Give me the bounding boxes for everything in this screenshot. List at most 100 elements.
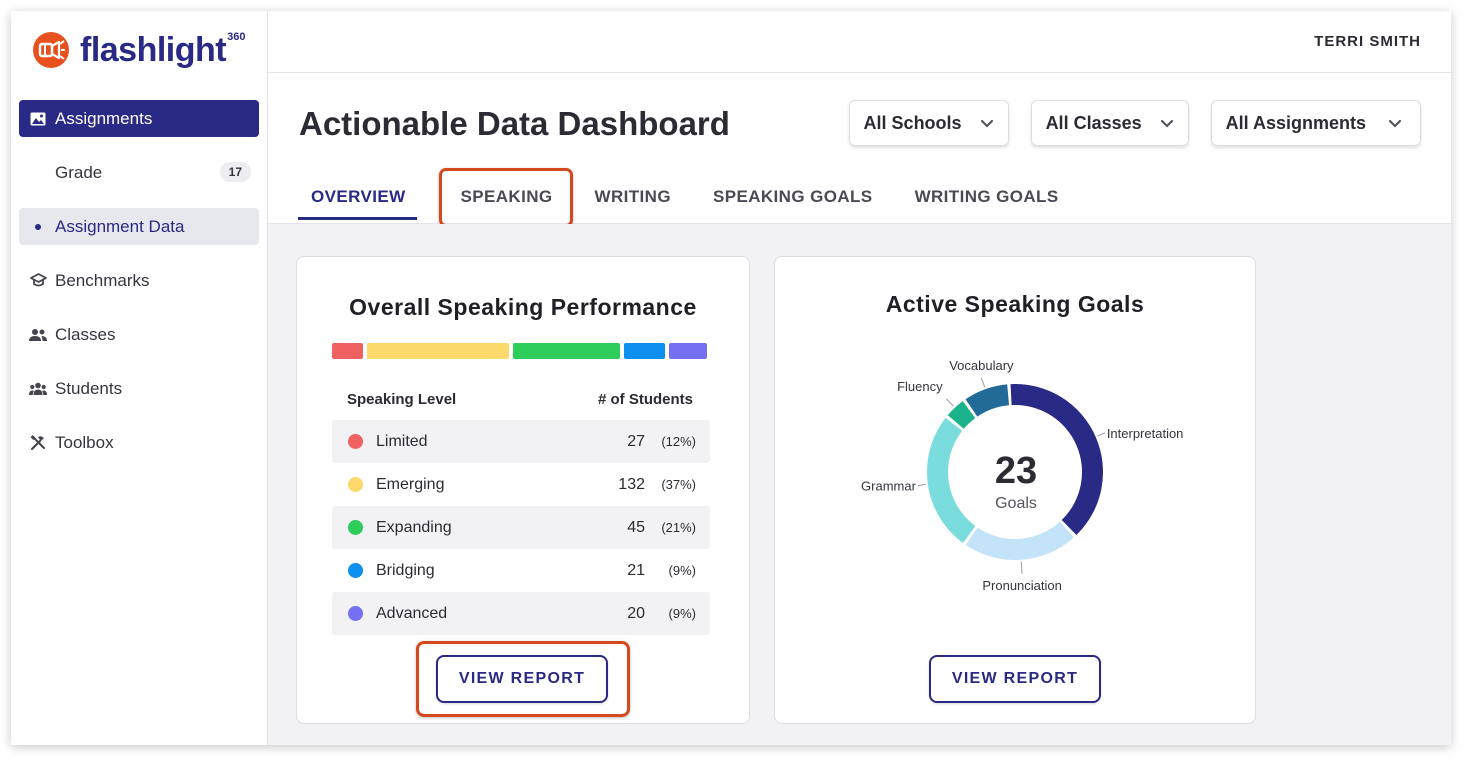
tab-speaking-goals[interactable]: SPEAKING GOALS xyxy=(713,183,873,220)
level-color-dot xyxy=(348,434,363,449)
sidebar-item-label: Grade xyxy=(55,162,103,182)
student-count: 45 xyxy=(627,518,645,536)
student-percent: (9%) xyxy=(668,606,696,621)
sidebar-item-grade[interactable]: Grade 17 xyxy=(19,154,259,191)
filter-label: All Assignments xyxy=(1225,112,1366,133)
table-row: Bridging 21 (9%) xyxy=(332,549,710,592)
tab-bar: OVERVIEW SPEAKING WRITING SPEAKING GOALS… xyxy=(298,168,1101,227)
level-segment-limited xyxy=(332,343,363,359)
chevron-down-icon xyxy=(1160,119,1173,128)
user-menu[interactable]: TERRI SMITH xyxy=(1314,33,1421,50)
level-segment-advanced xyxy=(669,343,707,359)
sidebar-item-label: Students xyxy=(55,378,123,398)
tools-icon xyxy=(29,434,47,452)
goals-total: 23 xyxy=(994,450,1038,492)
student-count: 21 xyxy=(627,561,645,579)
page-title: Actionable Data Dashboard xyxy=(299,105,730,142)
column-header-students: # of Students xyxy=(597,391,693,408)
graduation-cap-icon xyxy=(29,272,47,290)
sidebar-item-classes[interactable]: Classes xyxy=(19,316,259,353)
app-window: flashlight 360 Assignments Grade 17 Assi… xyxy=(11,11,1451,745)
sidebar-item-label: Assignments xyxy=(55,108,153,128)
sidebar-nav: Assignments Grade 17 Assignment Data Ben… xyxy=(19,100,259,478)
tab-writing[interactable]: WRITING xyxy=(595,183,671,220)
top-bar: TERRI SMITH xyxy=(268,11,1451,73)
card-title: Overall Speaking Performance xyxy=(349,294,697,320)
label-leader-line xyxy=(1020,561,1023,574)
brand-superscript: 360 xyxy=(227,31,246,43)
goals-total-label: Goals xyxy=(995,495,1037,512)
goals-chart-area: Interpretation Pronunciation Grammar Fluenc… xyxy=(775,257,1257,657)
level-segment-bridging xyxy=(624,343,665,359)
table-row: Emerging 132 (37%) xyxy=(332,463,710,506)
level-name: Emerging xyxy=(376,475,445,493)
slice-label-interpretation: Interpretation xyxy=(1107,426,1184,441)
sidebar-item-assignments[interactable]: Assignments xyxy=(19,100,259,137)
donut-slice-vocabulary[interactable] xyxy=(965,384,1010,417)
slice-label-pronunciation: Pronunciation xyxy=(982,578,1062,593)
level-color-dot xyxy=(348,520,363,535)
sidebar-item-assignment-data[interactable]: Assignment Data xyxy=(19,208,259,245)
dashboard-header: Actionable Data Dashboard All Schools Al… xyxy=(268,73,1451,227)
level-name: Limited xyxy=(376,432,428,450)
filter-label: All Classes xyxy=(1045,112,1142,133)
count-badge: 17 xyxy=(219,162,251,182)
label-leader-line xyxy=(1097,432,1106,437)
chevron-down-icon xyxy=(980,119,993,128)
level-name: Expanding xyxy=(376,518,452,536)
student-count: 27 xyxy=(627,432,645,450)
level-distribution-bar xyxy=(332,343,710,359)
table-header: Speaking Level # of Students xyxy=(347,391,693,408)
users-icon xyxy=(29,326,47,344)
level-segment-emerging xyxy=(367,343,509,359)
level-color-dot xyxy=(348,606,363,621)
slice-label-fluency: Fluency xyxy=(897,379,943,394)
level-name: Bridging xyxy=(376,561,435,579)
class-filter-dropdown[interactable]: All Classes xyxy=(1030,100,1189,146)
level-color-dot xyxy=(348,477,363,492)
table-row: Advanced 20 (9%) xyxy=(332,592,710,635)
slice-label-vocabulary: Vocabulary xyxy=(949,358,1014,373)
donut-slice-pronunciation[interactable] xyxy=(965,521,1074,560)
student-percent: (12%) xyxy=(661,434,696,449)
sidebar-item-label: Assignment Data xyxy=(55,216,185,236)
level-segment-expanding xyxy=(513,343,620,359)
label-leader-line xyxy=(946,398,954,407)
sidebar-item-students[interactable]: Students xyxy=(19,370,259,407)
student-count: 132 xyxy=(618,475,645,493)
level-color-dot xyxy=(348,563,363,578)
tab-writing-goals[interactable]: WRITING GOALS xyxy=(915,183,1059,220)
sidebar-item-benchmarks[interactable]: Benchmarks xyxy=(19,262,259,299)
tab-speaking[interactable]: SPEAKING xyxy=(438,168,573,227)
group-icon xyxy=(29,380,47,398)
speaking-performance-card: Overall Speaking Performance Speaking Le… xyxy=(296,256,750,724)
sidebar-item-label: Benchmarks xyxy=(55,270,150,290)
view-goals-report-button[interactable]: VIEW REPORT xyxy=(929,655,1101,703)
sidebar-item-label: Toolbox xyxy=(55,432,114,452)
image-icon xyxy=(29,110,47,128)
sidebar-item-toolbox[interactable]: Toolbox xyxy=(19,424,259,461)
student-percent: (9%) xyxy=(668,563,696,578)
student-percent: (21%) xyxy=(661,520,696,535)
sidebar-item-label: Classes xyxy=(55,324,116,344)
table-row: Limited 27 (12%) xyxy=(332,420,710,463)
student-percent: (37%) xyxy=(661,477,696,492)
flashlight-logo-icon xyxy=(33,32,69,68)
brand-name: flashlight xyxy=(80,31,227,69)
label-leader-line xyxy=(980,377,986,388)
student-count: 20 xyxy=(627,604,645,622)
filter-bar: All Schools All Classes All Assignments xyxy=(827,100,1421,146)
level-name: Advanced xyxy=(376,604,448,622)
filter-label: All Schools xyxy=(863,112,962,133)
logo[interactable]: flashlight 360 xyxy=(32,31,245,71)
table-row: Expanding 45 (21%) xyxy=(332,506,710,549)
column-header-level: Speaking Level xyxy=(347,391,457,408)
level-table: Limited 27 (12%) Emerging 132 (37%) Expa… xyxy=(332,420,710,635)
view-speaking-report-button[interactable]: VIEW REPORT xyxy=(436,655,608,703)
chevron-down-icon xyxy=(1388,119,1402,128)
sidebar: flashlight 360 Assignments Grade 17 Assi… xyxy=(11,11,268,745)
tab-overview[interactable]: OVERVIEW xyxy=(298,183,417,220)
school-filter-dropdown[interactable]: All Schools xyxy=(848,100,1009,146)
bullet-icon xyxy=(35,223,41,230)
assignment-filter-dropdown[interactable]: All Assignments xyxy=(1210,100,1421,146)
